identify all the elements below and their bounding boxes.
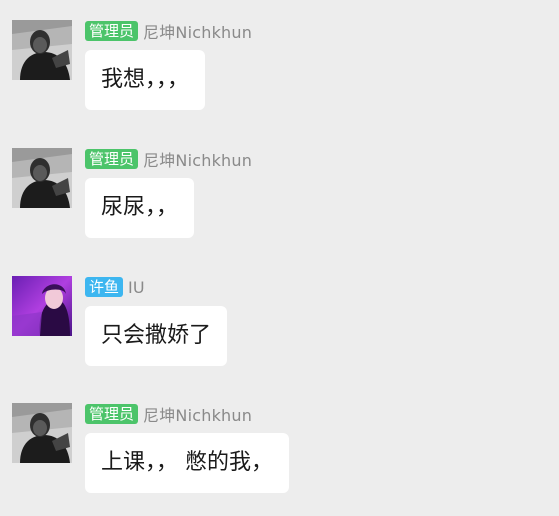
admin-badge: 管理员 — [85, 21, 139, 41]
user-avatar[interactable] — [12, 20, 72, 80]
sender-name[interactable]: IU — [128, 278, 145, 297]
chat-message: 许鱼 IU 只会撒娇了 — [12, 276, 552, 386]
sender-name[interactable]: 尼坤Nichkhun — [143, 147, 252, 171]
portrait-image — [12, 276, 72, 336]
user-avatar[interactable] — [12, 148, 72, 208]
message-header: 管理员 尼坤Nichkhun — [85, 148, 252, 170]
portrait-image — [12, 148, 72, 208]
message-bubble[interactable]: 我想，，， — [85, 50, 206, 110]
chat-message: 管理员 尼坤Nichkhun 尿尿，， — [12, 148, 552, 258]
user-avatar[interactable] — [12, 403, 72, 463]
custom-title-badge: 许鱼 — [85, 277, 124, 297]
message-bubble[interactable]: 尿尿，， — [85, 178, 195, 238]
user-avatar[interactable] — [12, 276, 72, 336]
message-bubble[interactable]: 上课，， 憋的我， — [85, 433, 289, 493]
portrait-image — [12, 403, 72, 463]
chat-message: 管理员 尼坤Nichkhun 我想，，， — [12, 20, 552, 130]
admin-badge: 管理员 — [85, 149, 139, 169]
sender-name[interactable]: 尼坤Nichkhun — [143, 19, 252, 43]
sender-name[interactable]: 尼坤Nichkhun — [143, 402, 252, 426]
message-header: 管理员 尼坤Nichkhun — [85, 403, 252, 425]
chat-message: 管理员 尼坤Nichkhun 上课，， 憋的我， — [12, 403, 552, 513]
message-header: 管理员 尼坤Nichkhun — [85, 20, 252, 42]
portrait-image — [12, 20, 72, 80]
message-bubble[interactable]: 只会撒娇了 — [85, 306, 228, 366]
admin-badge: 管理员 — [85, 404, 139, 424]
message-header: 许鱼 IU — [85, 276, 145, 298]
